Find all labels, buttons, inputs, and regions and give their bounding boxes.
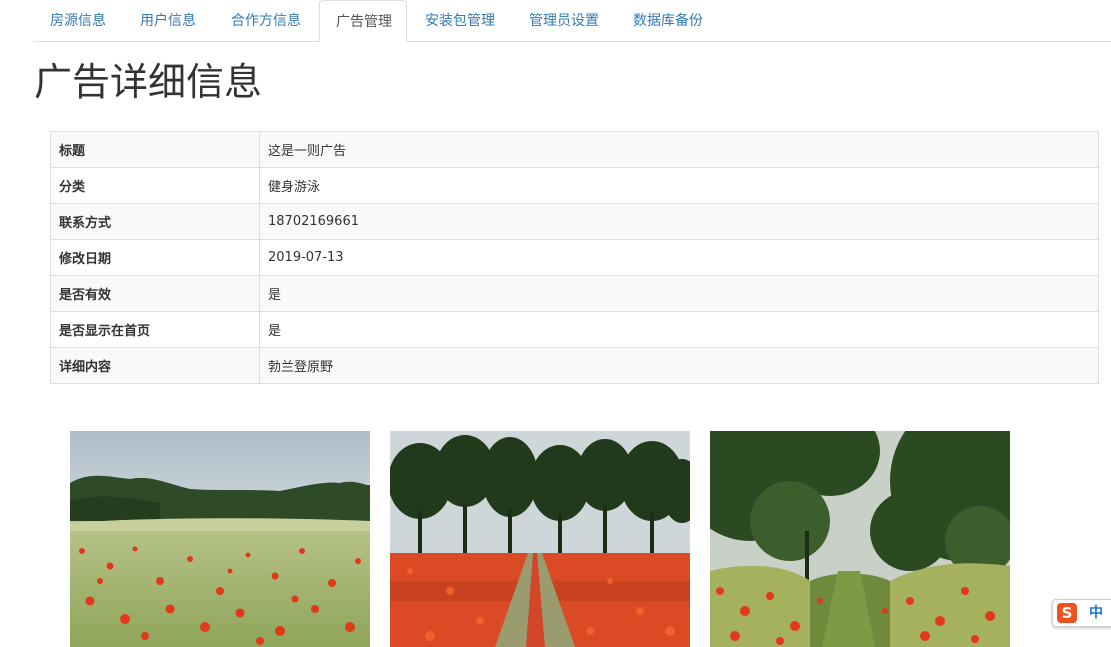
row-key: 联系方式 — [50, 203, 260, 240]
tab-user-info[interactable]: 用户信息 — [124, 0, 212, 42]
row-key: 修改日期 — [50, 239, 260, 276]
tab-package-management[interactable]: 安装包管理 — [409, 0, 511, 42]
ime-mode-label[interactable]: 中 — [1089, 603, 1103, 623]
tab-admin-settings[interactable]: 管理员设置 — [513, 0, 615, 42]
tab-ad-management[interactable]: 广告管理 — [319, 0, 407, 42]
table-row: 是否显示在首页 是 — [50, 311, 1099, 348]
row-key: 详细内容 — [50, 347, 260, 384]
row-key: 分类 — [50, 167, 260, 204]
table-row: 标题 这是一则广告 — [50, 131, 1099, 168]
table-row: 联系方式 18702169661 — [50, 203, 1099, 240]
table-row: 修改日期 2019-07-13 — [50, 239, 1099, 276]
ad-image-3 — [710, 431, 1010, 647]
row-key: 是否有效 — [50, 275, 260, 312]
row-key: 是否显示在首页 — [50, 311, 260, 348]
tab-partner-info[interactable]: 合作方信息 — [215, 0, 317, 42]
sogou-logo-icon: S — [1057, 603, 1077, 623]
table-row: 分类 健身游泳 — [50, 167, 1099, 204]
row-value: 健身游泳 — [259, 167, 1099, 204]
row-key: 标题 — [50, 131, 260, 168]
table-row: 详细内容 勃兰登原野 — [50, 347, 1099, 384]
ad-image-2 — [390, 431, 690, 647]
row-value: 是 — [259, 275, 1099, 312]
ime-toolbar[interactable]: S 中 — [1052, 599, 1111, 627]
row-value: 2019-07-13 — [259, 239, 1099, 276]
table-row: 是否有效 是 — [50, 275, 1099, 312]
ad-detail-table: 标题 这是一则广告 分类 健身游泳 联系方式 18702169661 修改日期 … — [50, 131, 1099, 384]
tab-house-info[interactable]: 房源信息 — [34, 0, 122, 42]
tab-database-backup[interactable]: 数据库备份 — [617, 0, 719, 42]
row-value: 这是一则广告 — [259, 131, 1099, 168]
nav-tabs: 房源信息 用户信息 合作方信息 广告管理 安装包管理 管理员设置 数据库备份 — [34, 0, 1111, 42]
ad-image-1 — [70, 431, 370, 647]
row-value: 是 — [259, 311, 1099, 348]
page-title: 广告详细信息 — [34, 60, 263, 104]
row-value: 18702169661 — [259, 203, 1099, 240]
row-value: 勃兰登原野 — [259, 347, 1099, 384]
